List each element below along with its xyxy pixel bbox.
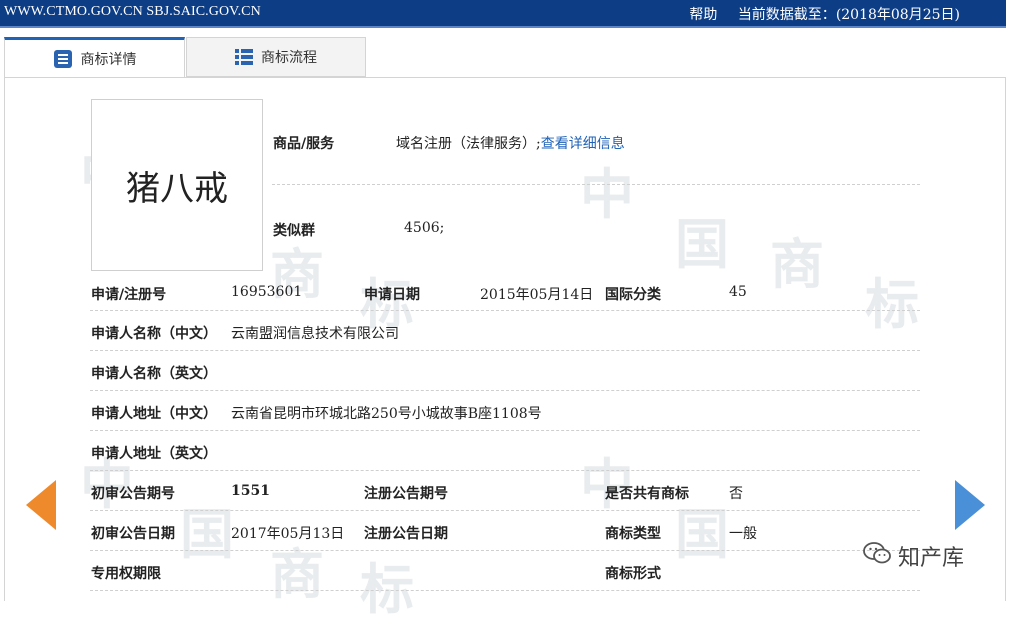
- reg-date-label: 注册公告日期: [364, 526, 448, 542]
- divider: [90, 470, 920, 471]
- address-en-label: 申请人地址（英文）: [91, 446, 217, 462]
- shared-mark-value: 否: [729, 486, 743, 502]
- intl-class-label: 国际分类: [605, 287, 661, 303]
- trademark-text: 猪八戒: [126, 168, 228, 209]
- applicant-cn-value: 云南盟润信息技术有限公司: [231, 326, 399, 342]
- data-as-of-value: (2018年08月25日): [835, 7, 960, 23]
- topbar-right: 帮助 当前数据截至：(2018年08月25日): [673, 4, 960, 24]
- goods-services-label: 商品/服务: [273, 136, 335, 152]
- shared-mark-label: 是否共有商标: [605, 486, 689, 502]
- reg-no-label: 申请/注册号: [91, 287, 167, 303]
- prev-arrow-icon[interactable]: [26, 480, 56, 530]
- watermark-char: 中: [580, 453, 634, 516]
- applicant-cn-label: 申请人名称（中文）: [91, 326, 217, 342]
- tab-trademark-process[interactable]: 商标流程: [186, 37, 366, 77]
- next-arrow-icon[interactable]: [955, 480, 985, 530]
- watermark-char: 国: [675, 213, 729, 276]
- divider: [90, 310, 920, 311]
- wechat-icon: [862, 540, 892, 572]
- divider: [90, 510, 920, 511]
- prelim-issue-label: 初审公告期号: [91, 486, 175, 502]
- brand-watermark: 知产库: [862, 540, 964, 572]
- prelim-date-value: 2017年05月13日: [231, 526, 345, 542]
- site-domains: WWW.CTMO.GOV.CN SBJ.SAIC.GOV.CN: [4, 4, 261, 19]
- goods-services-text: 域名注册（法律服务）;: [396, 136, 541, 152]
- divider: [90, 430, 920, 431]
- watermark-char: 中: [580, 163, 634, 226]
- prelim-date-label: 初审公告日期: [91, 526, 175, 542]
- exclusive-period-label: 专用权期限: [91, 566, 161, 582]
- reg-no-value: 16953601: [231, 284, 303, 300]
- document-list-icon: [53, 49, 73, 69]
- reg-issue-label: 注册公告期号: [364, 486, 448, 502]
- intl-class-value: 45: [729, 284, 747, 300]
- tab-label: 商标详情: [80, 51, 137, 68]
- mark-form-label: 商标形式: [605, 566, 661, 582]
- watermark-char: 标: [865, 273, 919, 336]
- similar-group-label: 类似群: [273, 223, 315, 239]
- view-details-link[interactable]: 查看详细信息: [541, 136, 625, 152]
- data-as-of-label: 当前数据截至：: [737, 7, 836, 23]
- divider: [272, 184, 920, 185]
- divider: [90, 390, 920, 391]
- divider: [90, 350, 920, 351]
- watermark-char: 标: [360, 558, 414, 621]
- divider: [90, 550, 920, 551]
- applicant-en-label: 申请人名称（英文）: [91, 366, 217, 382]
- tab-bar: 商标详情 商标流程: [4, 37, 1006, 77]
- app-date-label: 申请日期: [364, 287, 420, 303]
- help-link[interactable]: 帮助: [689, 7, 717, 23]
- address-cn-label: 申请人地址（中文）: [91, 406, 217, 422]
- list-icon: [235, 49, 253, 65]
- prelim-issue-value: 1551: [231, 483, 270, 499]
- app-date-value: 2015年05月14日: [480, 287, 594, 303]
- similar-group-value: 4506;: [404, 220, 445, 236]
- mark-type-label: 商标类型: [605, 526, 661, 542]
- divider: [90, 590, 920, 591]
- address-cn-value: 云南省昆明市环城北路250号小城故事B座1108号: [231, 406, 542, 422]
- data-as-of: 当前数据截至：(2018年08月25日): [738, 7, 960, 23]
- goods-services-value: 域名注册（法律服务）;查看详细信息: [396, 133, 625, 153]
- top-bar: WWW.CTMO.GOV.CN SBJ.SAIC.GOV.CN 帮助 当前数据截…: [0, 0, 1006, 28]
- tab-trademark-details[interactable]: 商标详情: [4, 37, 185, 77]
- watermark-char: 商: [770, 233, 824, 296]
- trademark-image: 猪八戒: [91, 99, 263, 271]
- watermark-char: 国: [180, 503, 234, 566]
- brand-text: 知产库: [898, 546, 965, 571]
- tab-label: 商标流程: [261, 50, 317, 66]
- mark-type-value: 一般: [729, 526, 757, 542]
